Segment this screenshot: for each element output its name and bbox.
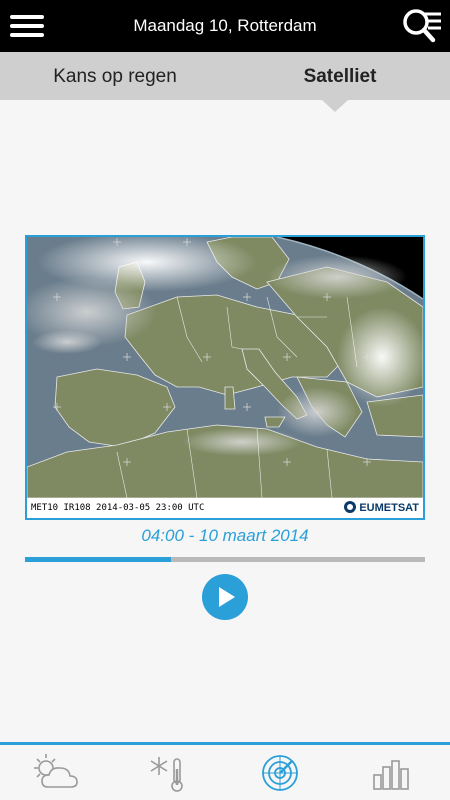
tab-bar: Kans op regen Satelliet [0,52,450,100]
satellite-image: MET10 IR108 2014-03-05 23:00 UTC EUMETSA… [25,235,425,520]
search-list-icon[interactable] [400,5,444,47]
satellite-map [27,237,423,498]
eumetsat-logo: EUMETSAT [344,498,419,518]
hamburger-menu-icon[interactable] [8,9,46,43]
active-tab-indicator [322,100,348,112]
page-title: Maandag 10, Rotterdam [133,16,317,35]
radar-icon[interactable] [252,751,308,795]
eumetsat-logo-icon [344,501,357,513]
top-app-bar: Maandag 10, Rotterdam [0,0,450,52]
play-button[interactable] [202,574,248,620]
bar-chart-icon[interactable] [364,751,420,795]
partly-cloudy-weather-icon[interactable] [28,751,84,795]
snow-thermometer-icon[interactable] [140,751,196,795]
tab-satelliet[interactable]: Satelliet [230,52,450,100]
tab-kans-op-regen[interactable]: Kans op regen [0,52,230,100]
satellite-caption-bar: MET10 IR108 2014-03-05 23:00 UTC EUMETSA… [27,498,423,518]
progress-fill [25,557,171,562]
satellite-caption: MET10 IR108 2014-03-05 23:00 UTC [31,503,205,513]
bottom-navigation [0,745,450,800]
frame-timestamp: 04:00 - 10 maart 2014 [141,526,309,545]
animation-progress-bar[interactable] [25,557,425,562]
eumetsat-logo-text: EUMETSAT [359,502,419,514]
play-icon [219,587,235,607]
